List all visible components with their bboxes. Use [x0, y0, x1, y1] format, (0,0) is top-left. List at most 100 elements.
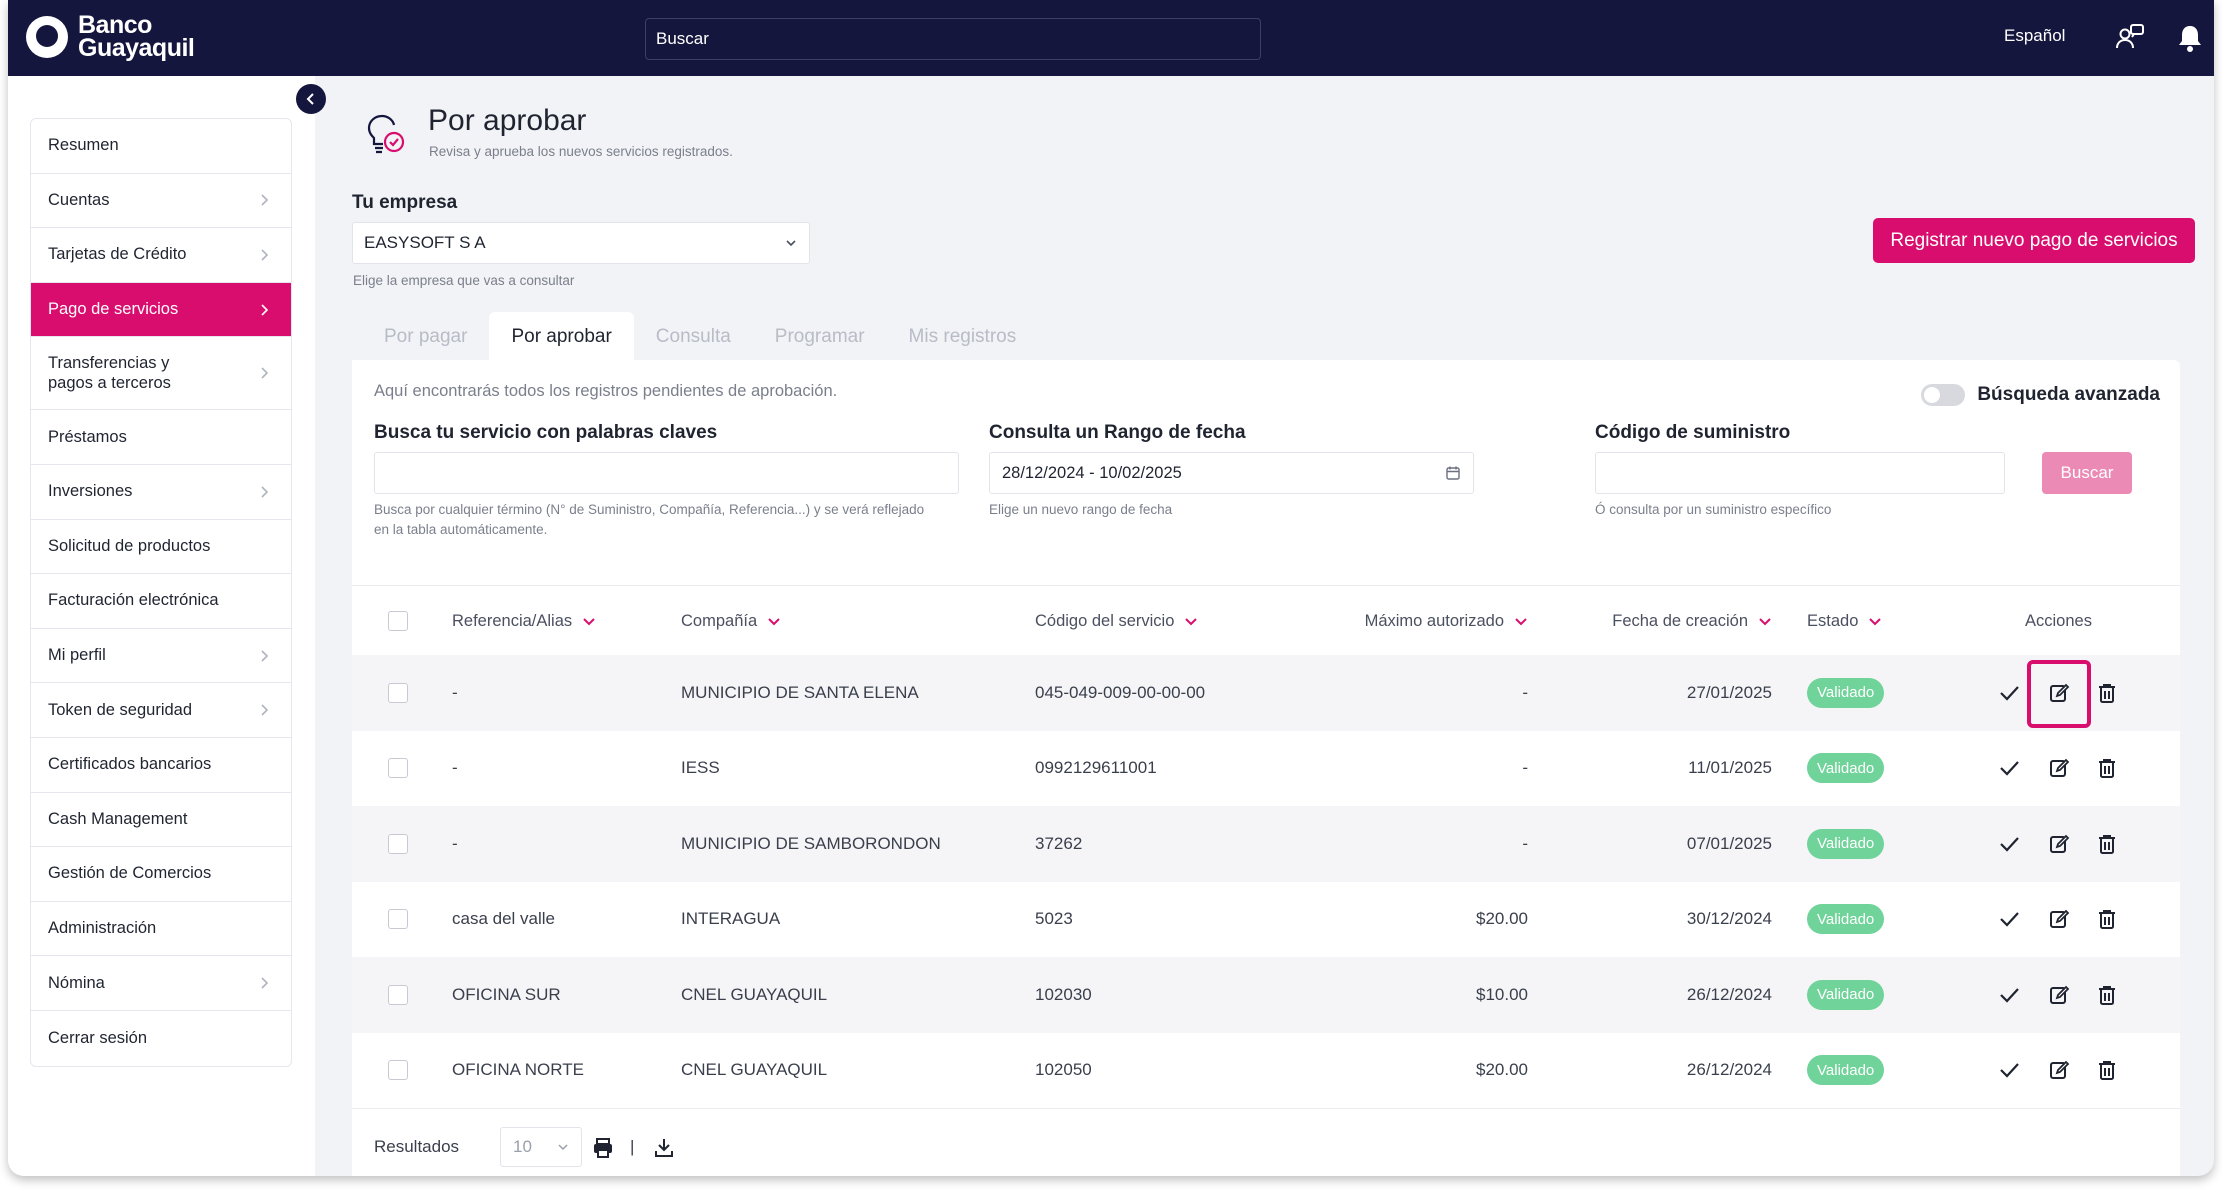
- sidebar-item-cerrar-sesión[interactable]: Cerrar sesión: [31, 1011, 291, 1066]
- approve-check-icon[interactable]: [1998, 682, 2020, 704]
- global-search-input[interactable]: [645, 18, 1261, 60]
- page-size-select[interactable]: 10: [500, 1127, 582, 1167]
- approve-action[interactable]: [1998, 882, 2020, 958]
- column-header-máximo-autorizado[interactable]: Máximo autorizado: [1365, 586, 1528, 656]
- sidebar-item-transferencias-y-pagos-a-terceros[interactable]: Transferencias y pagos a terceros: [31, 337, 291, 411]
- row-checkbox[interactable]: [388, 758, 408, 779]
- column-header-código-del-servicio[interactable]: Código del servicio: [1035, 586, 1198, 656]
- sidebar-item-label: Inversiones: [48, 482, 133, 501]
- sidebar-item-facturación-electrónica[interactable]: Facturación electrónica: [31, 574, 291, 629]
- row-checkbox-cell: [388, 882, 408, 958]
- select-all-checkbox[interactable]: [388, 611, 408, 631]
- search-button[interactable]: Buscar: [2042, 452, 2132, 494]
- row-checkbox[interactable]: [388, 984, 408, 1005]
- brand-logo[interactable]: Banco Guayaquil: [26, 13, 198, 61]
- sidebar-item-tarjetas-de-crédito[interactable]: Tarjetas de Crédito: [31, 228, 291, 283]
- edit-action[interactable]: [2048, 806, 2070, 882]
- edit-icon[interactable]: [2048, 984, 2070, 1006]
- row-checkbox[interactable]: [388, 682, 408, 703]
- sort-chevron-icon[interactable]: [767, 617, 781, 626]
- company-select-value: EASYSOFT S A: [364, 233, 486, 252]
- sidebar-item-inversiones[interactable]: Inversiones: [31, 465, 291, 520]
- delete-trash-icon[interactable]: [2096, 1059, 2118, 1081]
- user-chat-icon[interactable]: [2114, 22, 2146, 54]
- sort-chevron-icon[interactable]: [1514, 617, 1528, 626]
- tab-programar[interactable]: Programar: [753, 312, 887, 362]
- sidebar-item-certificados-bancarios[interactable]: Certificados bancarios: [31, 738, 291, 793]
- delete-action[interactable]: [2096, 655, 2118, 731]
- approve-check-icon[interactable]: [1998, 908, 2020, 930]
- approve-check-icon[interactable]: [1998, 757, 2020, 779]
- sidebar-item-préstamos[interactable]: Préstamos: [31, 410, 291, 465]
- edit-icon[interactable]: [2048, 757, 2070, 779]
- notification-bell-icon[interactable]: [2174, 22, 2206, 54]
- advanced-search-toggle[interactable]: Búsqueda avanzada: [1921, 384, 2160, 406]
- sidebar-item-mi-perfil[interactable]: Mi perfil: [31, 629, 291, 684]
- language-selector[interactable]: Español: [2004, 26, 2065, 46]
- print-icon[interactable]: [592, 1137, 614, 1159]
- sidebar-item-token-de-seguridad[interactable]: Token de seguridad: [31, 683, 291, 738]
- cell-status: Validado: [1807, 806, 1885, 882]
- edit-action[interactable]: [2048, 882, 2070, 958]
- sort-chevron-icon[interactable]: [582, 617, 596, 626]
- edit-action[interactable]: [2048, 731, 2070, 807]
- row-checkbox[interactable]: [388, 833, 408, 854]
- sidebar-item-cash-management[interactable]: Cash Management: [31, 793, 291, 848]
- edit-action[interactable]: [2048, 957, 2070, 1033]
- calendar-icon[interactable]: [1445, 465, 1461, 481]
- approve-action[interactable]: [1998, 1033, 2020, 1109]
- approve-check-icon[interactable]: [1998, 1059, 2020, 1081]
- toolbar-separator: |: [630, 1137, 635, 1156]
- column-header-compañía[interactable]: Compañía: [681, 586, 781, 656]
- approve-check-icon[interactable]: [1998, 833, 2020, 855]
- chevron-down-icon: [558, 1144, 568, 1151]
- delete-trash-icon[interactable]: [2096, 682, 2118, 704]
- approve-action[interactable]: [1998, 655, 2020, 731]
- delete-trash-icon[interactable]: [2096, 908, 2118, 930]
- sidebar-item-pago-de-servicios[interactable]: Pago de servicios: [31, 282, 291, 338]
- supply-code-input[interactable]: [1595, 452, 2005, 494]
- sidebar-item-nómina[interactable]: Nómina: [31, 956, 291, 1011]
- sort-chevron-icon[interactable]: [1758, 617, 1772, 626]
- column-header-estado[interactable]: Estado: [1807, 586, 1882, 656]
- row-checkbox[interactable]: [388, 909, 408, 930]
- column-header-fecha-de-creación[interactable]: Fecha de creación: [1612, 586, 1772, 656]
- row-checkbox[interactable]: [388, 1060, 408, 1081]
- edit-icon[interactable]: [2048, 908, 2070, 930]
- delete-trash-icon[interactable]: [2096, 757, 2118, 779]
- approve-action[interactable]: [1998, 957, 2020, 1033]
- keyword-search-input[interactable]: [374, 452, 959, 494]
- sidebar-item-cuentas[interactable]: Cuentas: [31, 174, 291, 229]
- delete-action[interactable]: [2096, 1033, 2118, 1109]
- sidebar-item-solicitud-de-productos[interactable]: Solicitud de productos: [31, 520, 291, 575]
- delete-trash-icon[interactable]: [2096, 984, 2118, 1006]
- sidebar-item-gestión-de-comercios[interactable]: Gestión de Comercios: [31, 847, 291, 902]
- collapse-sidebar-button[interactable]: [296, 84, 326, 114]
- tab-consulta[interactable]: Consulta: [634, 312, 753, 362]
- download-icon[interactable]: [653, 1137, 675, 1159]
- sidebar-item-administración[interactable]: Administración: [31, 902, 291, 957]
- toggle-switch[interactable]: [1921, 384, 1966, 406]
- approve-action[interactable]: [1998, 731, 2020, 807]
- edit-icon[interactable]: [2048, 833, 2070, 855]
- delete-action[interactable]: [2096, 957, 2118, 1033]
- sort-chevron-icon[interactable]: [1868, 617, 1882, 626]
- register-payment-button[interactable]: Registrar nuevo pago de servicios: [1873, 218, 2195, 263]
- delete-trash-icon[interactable]: [2096, 833, 2118, 855]
- column-header-referencia-alias[interactable]: Referencia/Alias: [452, 586, 596, 656]
- sidebar-item-resumen[interactable]: Resumen: [31, 119, 291, 174]
- tab-mis-registros[interactable]: Mis registros: [887, 312, 1039, 362]
- approve-action[interactable]: [1998, 806, 2020, 882]
- company-select[interactable]: EASYSOFT S A: [352, 222, 810, 264]
- delete-action[interactable]: [2096, 806, 2118, 882]
- sidebar-item-label: Tarjetas de Crédito: [48, 245, 187, 264]
- edit-action[interactable]: [2048, 1033, 2070, 1109]
- date-range-input[interactable]: 28/12/2024 - 10/02/2025: [989, 452, 1474, 494]
- tab-por-pagar[interactable]: Por pagar: [362, 312, 489, 362]
- approve-check-icon[interactable]: [1998, 984, 2020, 1006]
- delete-action[interactable]: [2096, 731, 2118, 807]
- tab-por-aprobar[interactable]: Por aprobar: [489, 312, 634, 362]
- delete-action[interactable]: [2096, 882, 2118, 958]
- sort-chevron-icon[interactable]: [1184, 617, 1198, 626]
- edit-icon[interactable]: [2048, 1059, 2070, 1081]
